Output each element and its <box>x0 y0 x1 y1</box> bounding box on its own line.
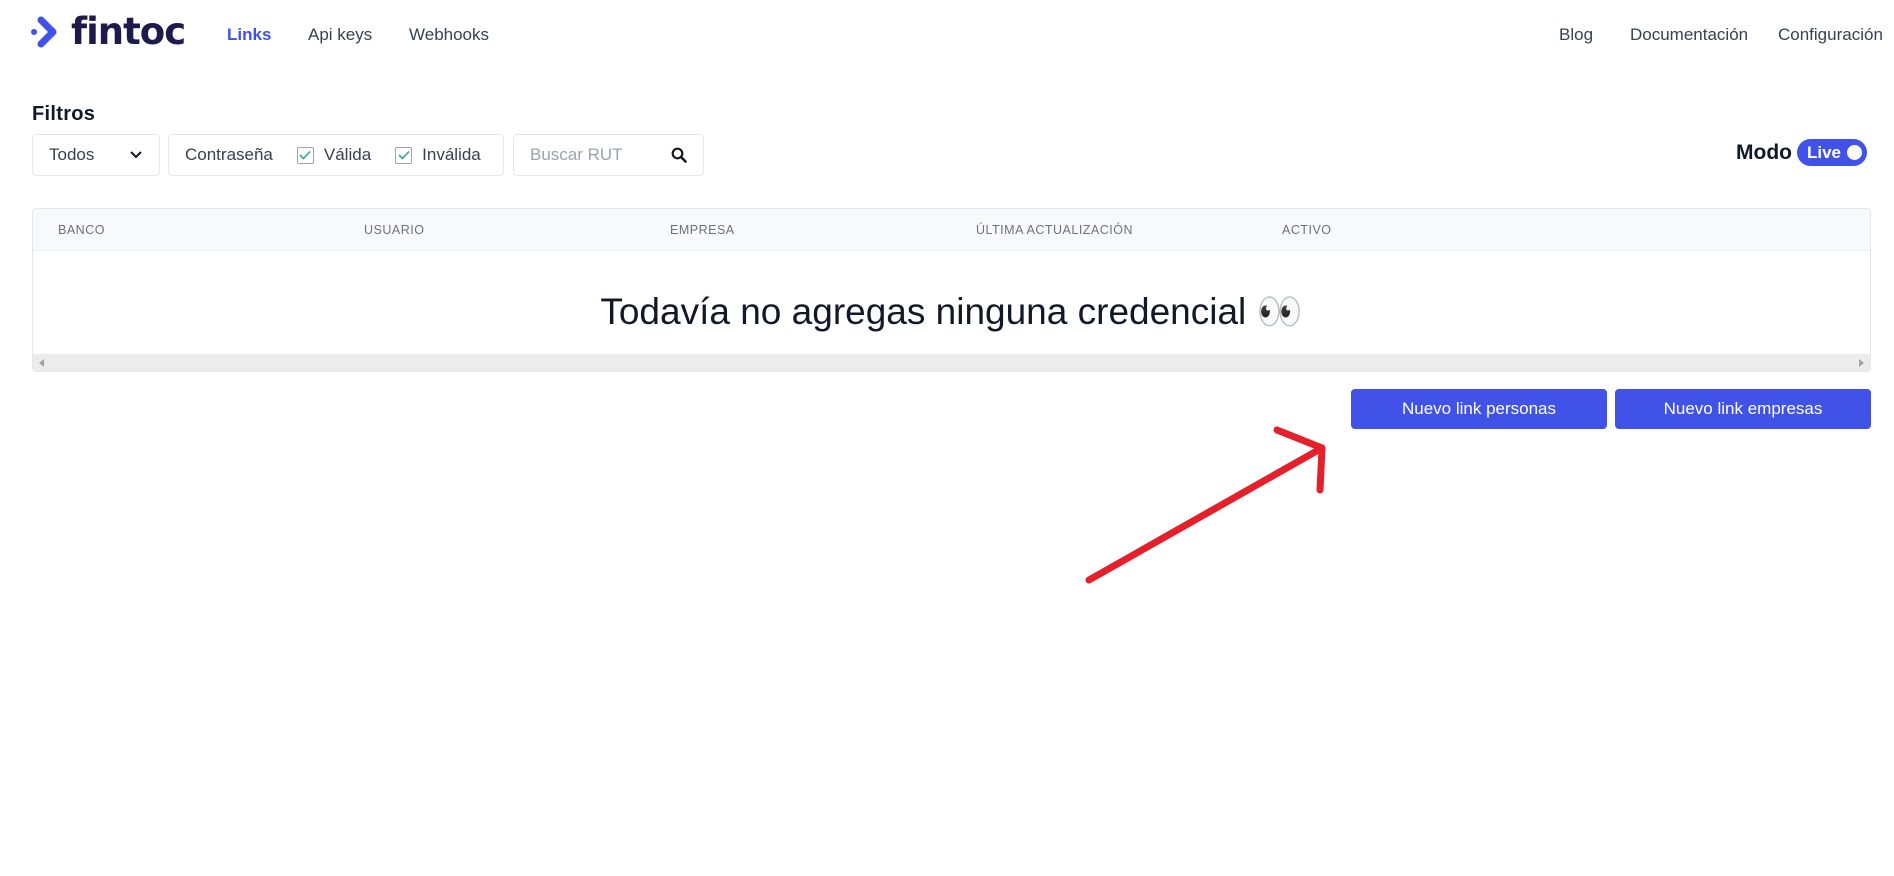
new-company-link-button[interactable]: Nuevo link empresas <box>1615 389 1871 429</box>
fintoc-logo[interactable]: fintoc <box>31 10 186 53</box>
status-select[interactable]: Todos <box>32 134 160 176</box>
scroll-right-icon[interactable] <box>1859 359 1864 367</box>
logo-chevron-icon <box>31 16 57 48</box>
search-icon[interactable] <box>671 147 687 163</box>
mode-toggle-label: Live <box>1807 142 1842 162</box>
column-header-activo: ACTIVO <box>1282 223 1332 237</box>
filters-title: Filtros <box>32 103 96 125</box>
nav-api-keys[interactable]: Api keys <box>308 25 372 45</box>
mode-toggle[interactable]: Live <box>1797 139 1867 166</box>
horizontal-scrollbar[interactable] <box>33 354 1870 371</box>
scroll-left-icon[interactable] <box>39 359 44 367</box>
credentials-table: BANCO USUARIO EMPRESA ÚLTIMA ACTUALIZACI… <box>32 208 1871 372</box>
nav-webhooks[interactable]: Webhooks <box>409 25 489 45</box>
nav-blog[interactable]: Blog <box>1559 25 1593 45</box>
valid-label: Válida <box>323 145 372 164</box>
check-icon <box>299 150 311 160</box>
new-person-link-button[interactable]: Nuevo link personas <box>1351 389 1607 429</box>
chevron-down-icon <box>130 151 142 159</box>
nav-links[interactable]: Links <box>227 25 271 45</box>
status-select-value: Todos <box>49 145 95 164</box>
column-header-usuario: USUARIO <box>364 223 425 237</box>
empty-state-message: Todavía no agregas ninguna credencial 👀 <box>600 291 1303 332</box>
password-filter: Contraseña Válida Inválida <box>168 134 504 176</box>
toggle-knob <box>1847 145 1862 160</box>
column-header-banco: BANCO <box>58 223 105 237</box>
brand-name: fintoc <box>71 10 186 53</box>
valid-checkbox[interactable] <box>296 146 314 164</box>
annotation-arrow-icon <box>1085 426 1326 584</box>
invalid-label: Inválida <box>422 145 481 164</box>
invalid-checkbox[interactable] <box>395 146 413 164</box>
column-header-empresa: EMPRESA <box>670 223 735 237</box>
column-header-ultima-actualizacion: ÚLTIMA ACTUALIZACIÓN <box>976 223 1134 237</box>
check-icon <box>398 150 410 160</box>
password-label: Contraseña <box>185 145 273 164</box>
rut-search-input[interactable] <box>530 145 650 165</box>
nav-documentacion[interactable]: Documentación <box>1630 25 1748 45</box>
nav-configuracion[interactable]: Configuración <box>1778 25 1883 45</box>
mode-label: Modo <box>1736 141 1792 164</box>
table-header: BANCO USUARIO EMPRESA ÚLTIMA ACTUALIZACI… <box>33 209 1870 251</box>
rut-search <box>513 134 704 176</box>
